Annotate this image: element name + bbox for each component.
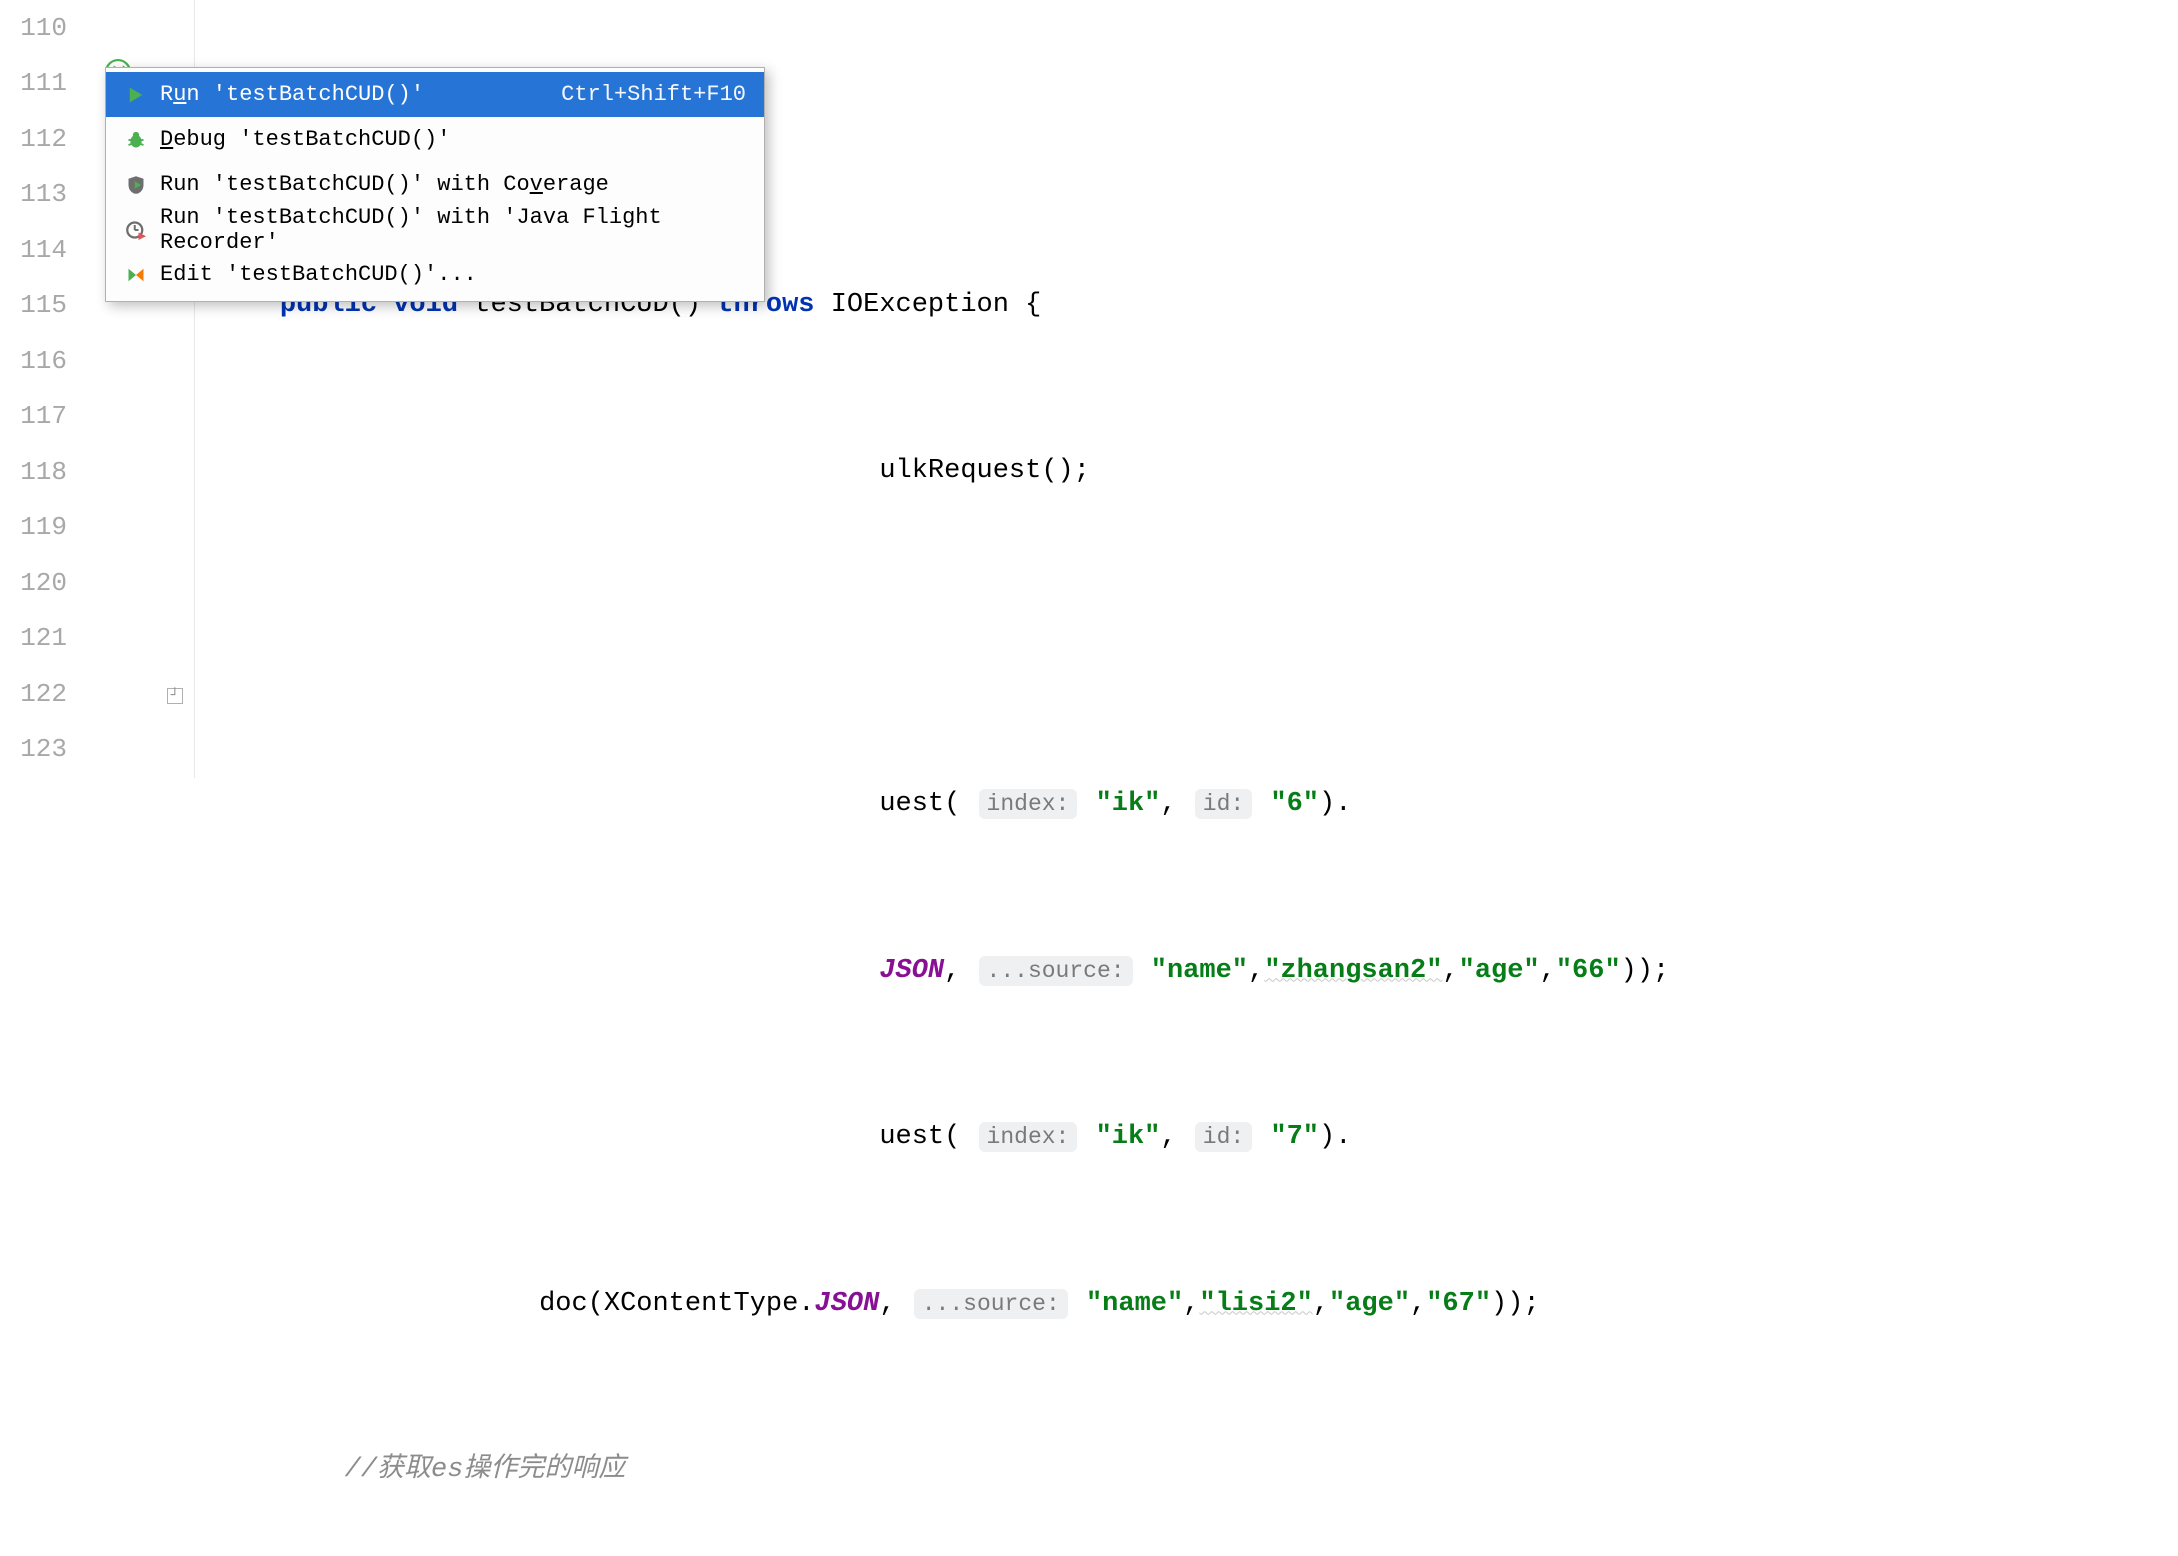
- code-text: ,: [1540, 956, 1556, 986]
- code-text: ,: [1442, 956, 1458, 986]
- string-literal: "ik": [1096, 1122, 1161, 1152]
- code-text: ,: [1160, 789, 1192, 819]
- line-number: 110: [0, 0, 105, 56]
- inlay-hint: index:: [979, 1122, 1078, 1152]
- code-line[interactable]: uest( index: "ik", id: "6").: [195, 777, 2178, 833]
- code-text: ,: [1313, 1289, 1329, 1319]
- code-text: ulkRequest();: [879, 456, 1090, 486]
- code-text: uest(: [879, 1122, 976, 1152]
- code-line[interactable]: doc(XContentType.JSON, ...source: "name"…: [195, 1277, 2178, 1333]
- code-text: ,: [1248, 956, 1264, 986]
- inlay-hint: index:: [979, 789, 1078, 819]
- line-number: 116: [0, 333, 105, 389]
- static-field: JSON: [879, 956, 944, 986]
- line-number: 122: [0, 666, 105, 722]
- bug-icon: [124, 128, 148, 152]
- code-line[interactable]: ulkRequest();: [195, 444, 2178, 500]
- run-icon: [124, 83, 148, 107]
- line-number-gutter: 110 111 112 113 114 115 116 117 118 119 …: [0, 0, 105, 778]
- code-line[interactable]: JSON, ...source: "name","zhangsan2","age…: [195, 944, 2178, 1000]
- code-text: doc(XContentType.: [539, 1289, 814, 1319]
- line-number: 113: [0, 167, 105, 223]
- code-text: ));: [1491, 1289, 1540, 1319]
- inlay-hint: id:: [1195, 1122, 1252, 1152]
- code-text: ,: [879, 1289, 911, 1319]
- string-literal: "ik": [1096, 789, 1161, 819]
- flight-recorder-icon: [124, 218, 148, 242]
- line-number: 117: [0, 389, 105, 445]
- string-literal: "age": [1329, 1289, 1410, 1319]
- string-literal: "zhangsan2": [1264, 956, 1442, 986]
- string-literal: "name": [1086, 1289, 1183, 1319]
- code-text: uest(: [879, 789, 976, 819]
- code-line[interactable]: uest( index: "ik", id: "7").: [195, 1110, 2178, 1166]
- comment: //获取es操作完的响应: [345, 1455, 626, 1485]
- menu-item-edit-config[interactable]: Edit 'testBatchCUD()'...: [106, 252, 764, 297]
- menu-label: Debug 'testBatchCUD()': [160, 127, 746, 152]
- context-menu: Run 'testBatchCUD()' Ctrl+Shift+F10 Debu…: [105, 67, 765, 302]
- menu-item-run-coverage[interactable]: Run 'testBatchCUD()' with Coverage: [106, 162, 764, 207]
- static-field: JSON: [815, 1289, 880, 1319]
- code-text: ,: [944, 956, 976, 986]
- code-text: ));: [1621, 956, 1670, 986]
- coverage-icon: [124, 173, 148, 197]
- code-text: ,: [1160, 1122, 1192, 1152]
- menu-item-debug[interactable]: Debug 'testBatchCUD()': [106, 117, 764, 162]
- line-number: 119: [0, 500, 105, 556]
- string-literal: "7": [1270, 1122, 1319, 1152]
- string-literal: "66": [1556, 956, 1621, 986]
- line-number: 120: [0, 555, 105, 611]
- line-number: 115: [0, 278, 105, 334]
- menu-item-run[interactable]: Run 'testBatchCUD()' Ctrl+Shift+F10: [106, 72, 764, 117]
- edit-config-icon: [124, 263, 148, 287]
- menu-label: Run 'testBatchCUD()' with 'Java Flight R…: [160, 205, 746, 255]
- inlay-hint: id:: [1195, 789, 1252, 819]
- menu-label: Run 'testBatchCUD()': [160, 82, 549, 107]
- menu-label: Edit 'testBatchCUD()'...: [160, 262, 746, 287]
- code-text: ,: [1183, 1289, 1199, 1319]
- string-literal: "lisi2": [1199, 1289, 1312, 1319]
- menu-shortcut: Ctrl+Shift+F10: [561, 82, 746, 107]
- code-text: ,: [1410, 1289, 1426, 1319]
- string-literal: "age": [1459, 956, 1540, 986]
- inlay-hint: ...source:: [979, 956, 1133, 986]
- code-line[interactable]: [195, 611, 2178, 667]
- code-text: ).: [1319, 1122, 1351, 1152]
- menu-label: Run 'testBatchCUD()' with Coverage: [160, 172, 746, 197]
- menu-item-run-jfr[interactable]: Run 'testBatchCUD()' with 'Java Flight R…: [106, 207, 764, 252]
- line-number: 118: [0, 444, 105, 500]
- line-number: 111: [0, 56, 105, 112]
- fold-end-icon[interactable]: ┘: [167, 688, 183, 704]
- string-literal: "67": [1426, 1289, 1491, 1319]
- line-number: 123: [0, 722, 105, 778]
- line-number: 112: [0, 111, 105, 167]
- inlay-hint: ...source:: [914, 1289, 1068, 1319]
- code-text: ).: [1319, 789, 1351, 819]
- string-literal: "6": [1270, 789, 1319, 819]
- line-number: 121: [0, 611, 105, 667]
- string-literal: "name": [1151, 956, 1248, 986]
- code-text: IOException {: [831, 290, 1042, 320]
- line-number: 114: [0, 222, 105, 278]
- code-line[interactable]: //获取es操作完的响应: [195, 1443, 2178, 1499]
